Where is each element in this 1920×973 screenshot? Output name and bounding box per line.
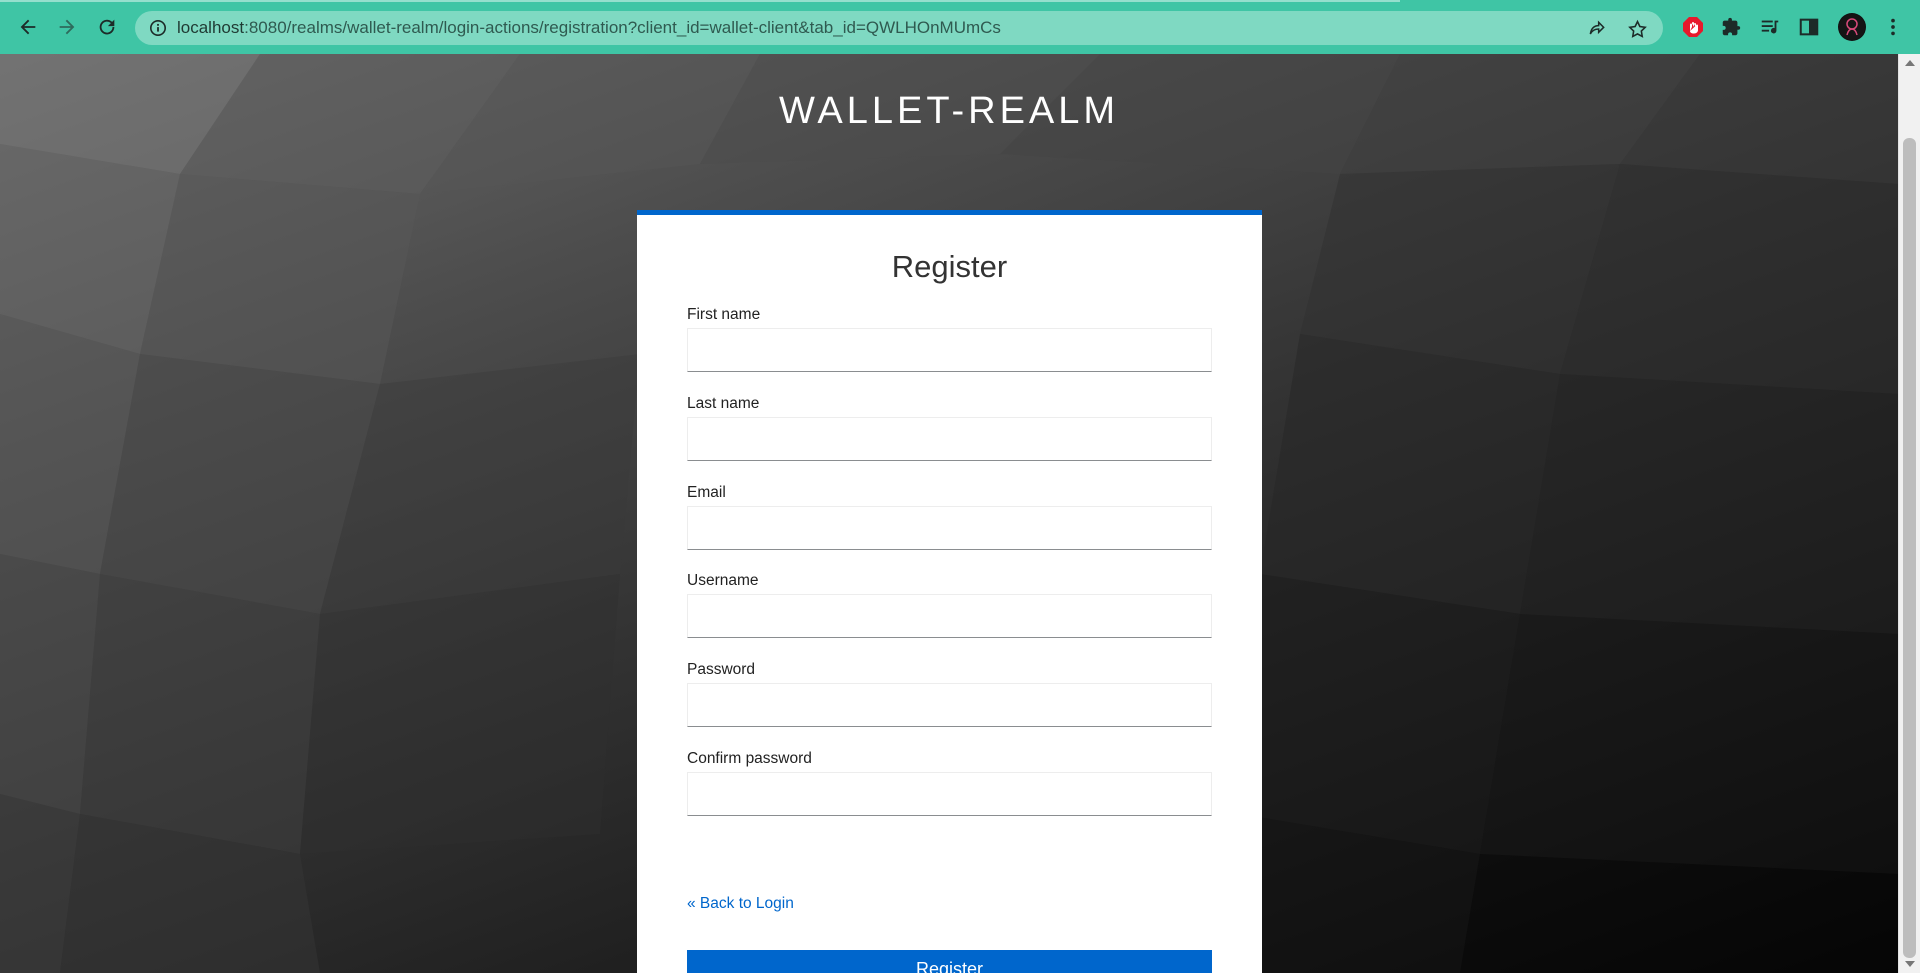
password-input[interactable] xyxy=(687,683,1212,727)
email-input[interactable] xyxy=(687,506,1212,550)
password-field: Password xyxy=(687,659,1212,727)
first-name-input[interactable] xyxy=(687,328,1212,372)
form-title: Register xyxy=(891,249,1008,284)
username-input[interactable] xyxy=(687,594,1212,638)
extensions-puzzle-icon[interactable] xyxy=(1718,14,1744,40)
page-viewport: WALLET-REALM Register First name Last na… xyxy=(0,54,1898,973)
reload-icon[interactable] xyxy=(93,13,121,41)
confirm-password-input[interactable] xyxy=(687,772,1212,816)
scroll-thumb[interactable] xyxy=(1903,138,1916,958)
page-scrollbar[interactable] xyxy=(1898,54,1920,973)
share-icon[interactable] xyxy=(1585,17,1609,41)
side-panel-icon[interactable] xyxy=(1796,14,1822,40)
site-info-icon[interactable] xyxy=(147,17,169,39)
email-field: Email xyxy=(687,482,1212,550)
scroll-down-arrow-icon[interactable] xyxy=(1905,961,1915,967)
adblock-extension-icon[interactable] xyxy=(1680,14,1706,40)
browser-toolbar: localhost:8080/realms/wallet-realm/login… xyxy=(0,0,1920,54)
address-bar[interactable]: localhost:8080/realms/wallet-realm/login… xyxy=(135,11,1663,45)
profile-avatar[interactable] xyxy=(1838,13,1866,41)
url-text: localhost:8080/realms/wallet-realm/login… xyxy=(177,11,1001,45)
username-field: Username xyxy=(687,570,1212,638)
scroll-up-arrow-icon[interactable] xyxy=(1905,60,1915,66)
realm-title: WALLET-REALM xyxy=(778,90,1120,132)
confirm-password-label: Confirm password xyxy=(687,750,812,767)
first-name-label: First name xyxy=(687,306,761,323)
last-name-field: Last name xyxy=(687,393,1212,461)
password-label: Password xyxy=(687,661,756,678)
browser-menu-icon[interactable] xyxy=(1880,14,1906,40)
back-arrow-icon[interactable] xyxy=(14,13,42,41)
email-label: Email xyxy=(687,484,726,501)
last-name-label: Last name xyxy=(687,395,760,412)
last-name-input[interactable] xyxy=(687,417,1212,461)
url-host: localhost xyxy=(177,18,245,37)
username-label: Username xyxy=(687,572,759,589)
first-name-field: First name xyxy=(687,304,1212,372)
register-card: Register First name Last name Email User… xyxy=(637,210,1262,973)
confirm-password-field: Confirm password xyxy=(687,748,1212,816)
back-to-login-link[interactable]: « Back to Login xyxy=(687,895,794,913)
bookmark-star-icon[interactable] xyxy=(1625,17,1649,41)
register-button[interactable]: Register xyxy=(687,950,1212,973)
tab-strip-edge xyxy=(0,0,1400,2)
forward-arrow-icon[interactable] xyxy=(53,13,81,41)
media-queue-icon[interactable] xyxy=(1757,14,1783,40)
url-path: :8080/realms/wallet-realm/login-actions/… xyxy=(244,18,1001,37)
